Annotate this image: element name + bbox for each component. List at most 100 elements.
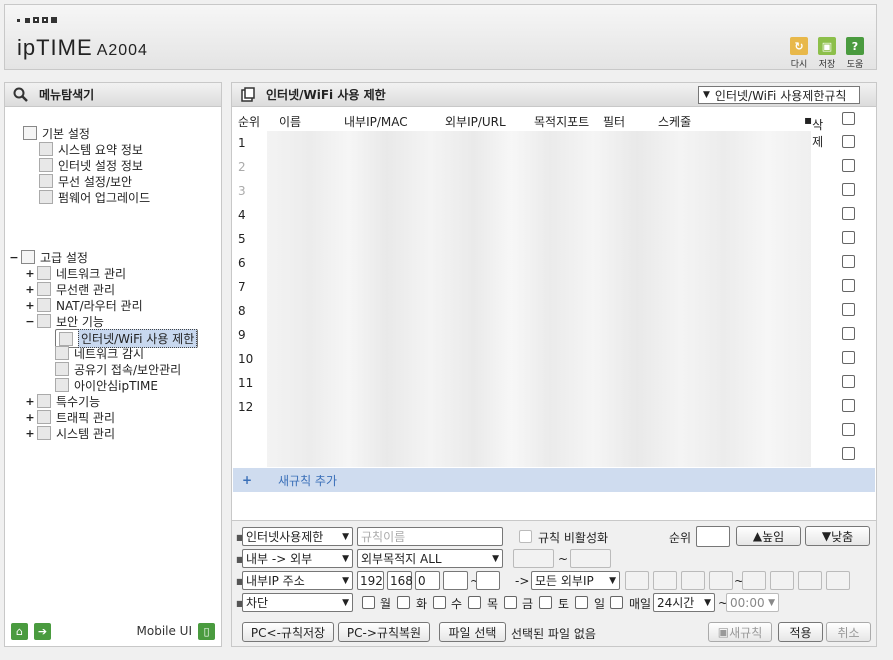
tree-item-security[interactable]: − 보안 기능 — [25, 313, 104, 329]
monitor-icon — [39, 158, 53, 172]
select-all-checkbox[interactable] — [842, 112, 855, 125]
delete-checkbox[interactable] — [842, 255, 855, 268]
tree-item-network-monitor[interactable]: 네트워크 감시 — [55, 345, 144, 361]
ext-ip-octet[interactable] — [709, 571, 733, 590]
ip-octet-4[interactable] — [443, 571, 468, 590]
rank-input[interactable] — [696, 526, 730, 547]
tree-basic-settings[interactable]: 기본 설정 — [23, 125, 90, 141]
ip-octet-2[interactable]: 168 — [387, 571, 413, 590]
tree-item-special[interactable]: + 특수기능 — [25, 393, 100, 409]
tree-advanced-settings[interactable]: − 고급 설정 — [9, 249, 88, 265]
ip-octet-3[interactable]: 0 — [415, 571, 440, 590]
delete-checkbox[interactable] — [842, 207, 855, 220]
rule-type-dropdown[interactable]: 인터넷사용제한 ▼ — [242, 527, 353, 546]
tree-item-safe-iptime[interactable]: 아이안심ipTIME — [55, 377, 158, 393]
table-row[interactable]: 5 — [232, 227, 876, 251]
network-icon — [37, 266, 51, 280]
disable-rule-checkbox[interactable] — [519, 530, 532, 543]
day-checkbox-mon[interactable] — [362, 596, 375, 609]
hours-dropdown[interactable]: 24시간 ▼ — [653, 593, 715, 612]
delete-checkbox[interactable] — [842, 159, 855, 172]
ip-type-dropdown[interactable]: 내부IP 주소 ▼ — [242, 571, 353, 590]
direction-dropdown[interactable]: 내부 -> 외부 ▼ — [242, 549, 353, 568]
port-start-input[interactable] — [513, 549, 554, 568]
table-row[interactable]: 12 — [232, 395, 876, 419]
tree-item-access-security[interactable]: 공유기 접속/보안관리 — [55, 361, 181, 377]
rule-name-input[interactable]: 규칙이름 — [357, 527, 503, 546]
tree-item-traffic[interactable]: + 트래픽 관리 — [25, 409, 115, 425]
ip-octet-end[interactable] — [476, 571, 500, 590]
table-row[interactable]: 1 — [232, 131, 876, 155]
day-checkbox-sat[interactable] — [539, 596, 552, 609]
tree-item-system[interactable]: + 시스템 관리 — [25, 425, 115, 441]
table-row[interactable] — [232, 443, 876, 467]
table-row[interactable]: 3 — [232, 179, 876, 203]
new-rule-button[interactable]: ▣ 새규칙 — [708, 622, 772, 642]
day-checkbox-thu[interactable] — [468, 596, 481, 609]
tree-item-wireless[interactable]: + 무선랜 관리 — [25, 281, 115, 297]
tree-item-internet-info[interactable]: 인터넷 설정 정보 — [39, 157, 143, 173]
table-row[interactable]: 6 — [232, 251, 876, 275]
delete-checkbox[interactable] — [842, 327, 855, 340]
ext-ip-octet[interactable] — [653, 571, 677, 590]
delete-checkbox[interactable] — [842, 279, 855, 292]
apply-button[interactable]: 적용 — [778, 622, 823, 642]
delete-checkbox[interactable] — [842, 135, 855, 148]
ext-ip-octet[interactable] — [681, 571, 705, 590]
help-button[interactable]: ? 도움 — [844, 37, 866, 70]
ext-ip-octet[interactable] — [625, 571, 649, 590]
rank-down-button[interactable]: ▼ 낮춤 — [805, 526, 870, 546]
table-row[interactable]: 10 — [232, 347, 876, 371]
ip-octet-1[interactable]: 192 — [357, 571, 384, 590]
day-checkbox-tue[interactable] — [397, 596, 410, 609]
day-checkbox-wed[interactable] — [433, 596, 446, 609]
file-status: 선택된 파일 없음 — [511, 627, 596, 641]
file-select-button[interactable]: 파일 선택 — [439, 622, 506, 642]
mobile-ui-link[interactable]: Mobile UI ▯ — [137, 622, 215, 640]
ext-ip-octet[interactable] — [826, 571, 850, 590]
delete-checkbox[interactable] — [842, 303, 855, 316]
table-row[interactable]: 4 — [232, 203, 876, 227]
wifi-icon — [39, 174, 53, 188]
day-checkbox-fri[interactable] — [504, 596, 517, 609]
save-button[interactable]: ▣ 저장 — [816, 37, 838, 70]
delete-checkbox[interactable] — [842, 447, 855, 460]
tree-item-wireless-security[interactable]: 무선 설정/보안 — [39, 173, 132, 189]
everyday-checkbox[interactable] — [610, 596, 623, 609]
collapse-toggle[interactable]: − — [9, 251, 19, 264]
action-dropdown[interactable]: 차단 ▼ — [242, 593, 353, 612]
refresh-button[interactable]: ↻ 다시 — [788, 37, 810, 70]
delete-checkbox[interactable] — [842, 399, 855, 412]
delete-checkbox[interactable] — [842, 375, 855, 388]
external-ip-dropdown[interactable]: 모든 외부IP ▼ — [531, 571, 620, 590]
add-new-rule-row[interactable]: + 새규칙 추가 — [233, 468, 875, 492]
rule-type-select[interactable]: ▼ 인터넷/WiFi 사용제한규칙 — [698, 86, 860, 104]
tree-item-system-summary[interactable]: 시스템 요약 정보 — [39, 141, 143, 157]
logout-icon[interactable]: ➔ — [34, 622, 51, 640]
restore-rules-button[interactable]: PC->규칙복원 — [338, 622, 430, 642]
home-icon[interactable]: ⌂ — [11, 622, 28, 640]
table-row[interactable]: 11 — [232, 371, 876, 395]
delete-checkbox[interactable] — [842, 183, 855, 196]
time-dropdown[interactable]: 00:00 ▼ — [726, 593, 779, 612]
ext-ip-octet[interactable] — [742, 571, 766, 590]
cancel-button[interactable]: 취소 — [826, 622, 871, 642]
ext-ip-octet[interactable] — [770, 571, 794, 590]
rank-up-button[interactable]: ▲ 높임 — [736, 526, 801, 546]
destination-dropdown[interactable]: 외부목적지 ALL ▼ — [357, 549, 503, 568]
delete-checkbox[interactable] — [842, 351, 855, 364]
port-end-input[interactable] — [570, 549, 611, 568]
table-row[interactable] — [232, 419, 876, 443]
tree-item-network[interactable]: + 네트워크 관리 — [25, 265, 126, 281]
table-row[interactable]: 7 — [232, 275, 876, 299]
backup-rules-button[interactable]: PC<-규칙저장 — [242, 622, 334, 642]
table-row[interactable]: 8 — [232, 299, 876, 323]
day-checkbox-sun[interactable] — [575, 596, 588, 609]
delete-checkbox[interactable] — [842, 423, 855, 436]
tree-item-nat[interactable]: + NAT/라우터 관리 — [25, 297, 143, 313]
table-row[interactable]: 9 — [232, 323, 876, 347]
ext-ip-octet[interactable] — [798, 571, 822, 590]
table-row[interactable]: 2 — [232, 155, 876, 179]
tree-item-firmware-upgrade[interactable]: 펌웨어 업그레이드 — [39, 189, 150, 205]
delete-checkbox[interactable] — [842, 231, 855, 244]
